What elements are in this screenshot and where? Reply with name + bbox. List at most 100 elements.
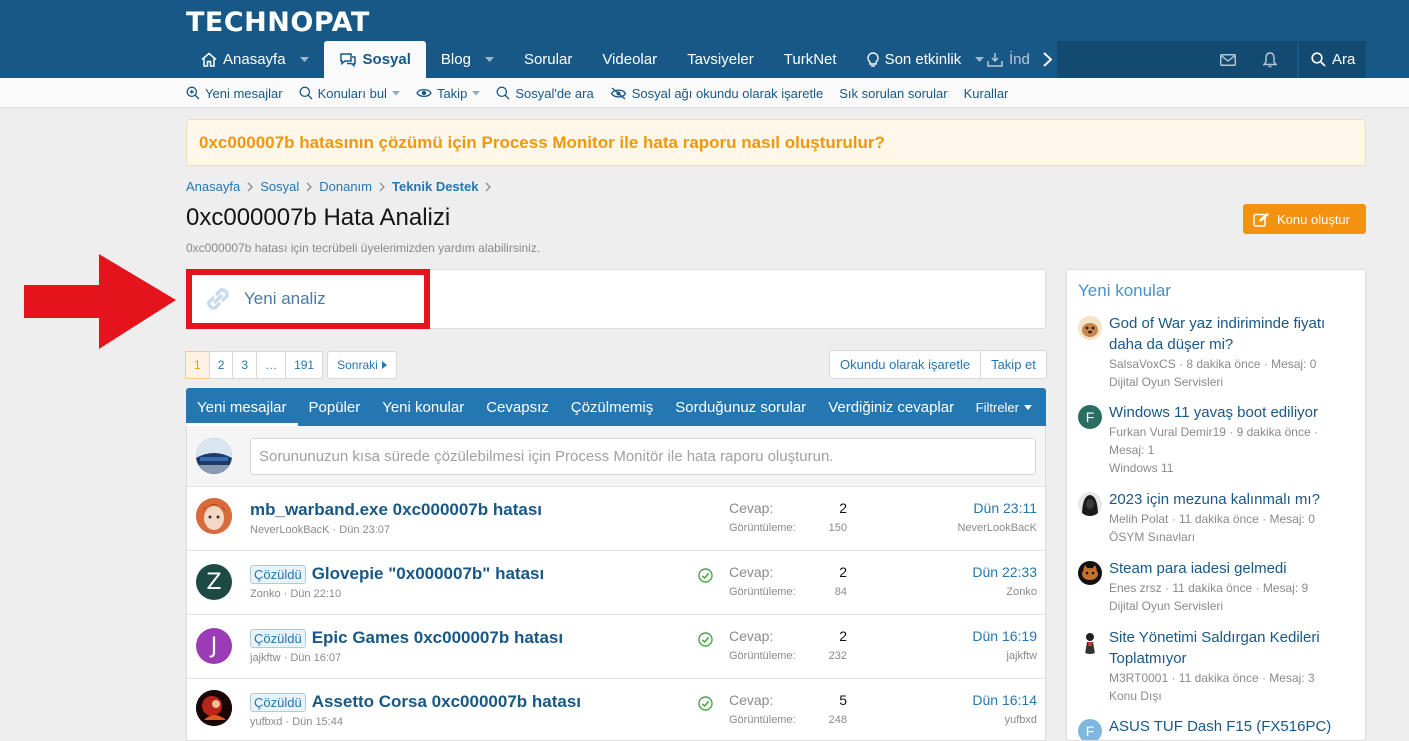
sidebar-item-meta: Melih Polat · 11 dakika önce · Mesaj: 0 Ö… [1109,510,1359,546]
site-logo[interactable]: TECHNOPAT [186,8,370,38]
subnav-konulari-bul[interactable]: Konuları bul [299,86,400,101]
page-link[interactable]: 191 [285,351,324,379]
title-line: daha da düşer mi? [1109,336,1234,353]
nav-item-videolar[interactable]: Videolar [587,41,672,78]
last-post-user[interactable]: yufbxd [1005,714,1037,726]
create-thread-button[interactable]: Konu oluştur [1243,204,1366,234]
last-post-date[interactable]: Dün 16:14 [972,692,1037,708]
subnav-label: Kurallar [963,85,1009,101]
avatar[interactable]: F [1078,719,1102,740]
last-post-date[interactable]: Dün 16:19 [972,628,1037,644]
sidebar-item-title[interactable]: 2023 için mezuna kalınmalı mı? [1109,489,1349,510]
avatar[interactable] [196,690,232,726]
view-count: 84 [834,586,847,598]
last-post-date[interactable]: Dün 23:11 [973,500,1037,516]
page-description: 0xc000007b hatası için tecrübeli üyeleri… [186,241,541,255]
mark-read-button[interactable]: Okundu olarak işaretle [829,350,982,379]
chevron-down-icon[interactable] [391,90,400,96]
chevron-down-icon[interactable] [472,90,481,96]
subnav-sosyalde-ara[interactable]: Sosyal'de ara [496,86,594,101]
next-page-button[interactable]: Sonraki [327,351,397,379]
title-line: ASUS TUF Dash F15 (FX516PC) [1109,718,1332,735]
nav-item-anasayfa[interactable]: Anasayfa [186,41,324,78]
tab-yeni-mesajlar[interactable]: Yeni mesajlar [186,388,298,426]
sidebar-item-title[interactable]: Site Yönetimi Saldırgan Kedileri Toplatmı… [1109,627,1349,669]
breadcrumb-item-current[interactable]: Teknik Destek [392,179,478,194]
last-post-date[interactable]: Dün 22:33 [972,564,1037,580]
page-link[interactable]: 2 [208,351,234,379]
thread-title[interactable]: mb_warband.exe 0xc000007b hatası [250,500,542,520]
search-icon [1311,52,1326,67]
nav-label: İnd [1009,51,1030,68]
table-row[interactable]: Z Çözüldü Glovepie "0x000007b" hatası Zo… [187,551,1045,615]
page-link[interactable]: 3 [232,351,258,379]
avatar[interactable] [1078,630,1102,654]
last-post-user[interactable]: jajkftw [1006,650,1037,662]
thread-date[interactable]: Dün 23:07 [339,524,390,536]
nav-item-sorular[interactable]: Sorular [509,41,587,78]
nav-item-sosyal[interactable]: Sosyal [323,41,426,78]
quick-search-field[interactable] [1057,41,1205,78]
thread-date[interactable]: Dün 22:10 [290,588,341,600]
follow-button[interactable]: Takip et [980,350,1048,379]
avatar[interactable]: Z [196,564,232,600]
page-link[interactable]: 1 [185,351,210,379]
tab-yeni-konular[interactable]: Yeni konular [371,388,475,426]
table-row[interactable]: mb_warband.exe 0xc000007b hatası NeverLo… [187,487,1045,551]
tab-sordugunuz-sorular[interactable]: Sorduğunuz sorular [664,388,817,426]
thread-title[interactable]: Assetto Corsa 0xc000007b hatası [312,692,581,712]
last-post-user[interactable]: NeverLookBacK [958,522,1038,534]
tab-cevapsiz[interactable]: Cevapsız [475,388,560,426]
avatar[interactable] [196,498,232,534]
thread-author[interactable]: jajkftw [250,652,281,664]
avatar[interactable]: F [1078,405,1102,429]
tab-verdiginiz-cevaplar[interactable]: Verdiğiniz cevaplar [817,388,965,426]
subnav-sss[interactable]: Sık sorulan sorular [839,86,947,101]
thread-title[interactable]: Epic Games 0xc000007b hatası [312,628,563,648]
thread-date[interactable]: Dün 16:07 [290,652,341,664]
alerts-button[interactable] [1249,41,1291,78]
notice-link[interactable]: 0xc000007b hatasının çözümü için Process… [199,133,885,153]
breadcrumb-item[interactable]: Donanım [319,179,372,194]
avatar[interactable] [1078,492,1102,516]
subnav-takip[interactable]: Takip [416,86,481,101]
table-row[interactable]: Çözüldü Assetto Corsa 0xc000007b hatası … [187,679,1045,741]
subnav-mark-read[interactable]: Sosyal ağı okundu olarak işaretle [610,86,823,101]
chevron-down-icon[interactable] [299,56,309,63]
chevron-down-icon[interactable] [484,56,494,63]
thread-author[interactable]: yufbxd [250,716,282,728]
table-row[interactable]: J Çözüldü Epic Games 0xc000007b hatası j… [187,615,1045,679]
thread-title[interactable]: Glovepie "0x000007b" hatası [312,564,545,584]
filters-button[interactable]: Filtreler [976,388,1032,426]
nav-scroll-right-button[interactable] [1037,41,1057,78]
sidebar-item-title[interactable]: ASUS TUF Dash F15 (FX516PC) [1109,716,1349,737]
nav-item-blog[interactable]: Blog [426,41,509,78]
thread-author[interactable]: NeverLookBacK [250,524,330,536]
search-button[interactable]: Ara [1299,41,1366,78]
avatar[interactable] [1078,561,1102,585]
thread-meta: jajkftw · Dün 16:07 [250,652,342,664]
sidebar-title[interactable]: Yeni konular [1078,281,1171,301]
page-jump[interactable]: … [256,351,287,379]
nav-item-tavsiyeler[interactable]: Tavsiyeler [672,41,769,78]
tab-populer[interactable]: Popüler [298,388,372,426]
home-icon [201,52,217,67]
breadcrumb-item[interactable]: Anasayfa [186,179,240,194]
sidebar-item-title[interactable]: Windows 11 yavaş boot ediliyor [1109,402,1349,423]
thread-author[interactable]: Zonko [250,588,281,600]
sidebar-item-title[interactable]: God of War yaz indiriminde fiyatı daha da… [1109,313,1349,355]
inbox-button[interactable] [1207,41,1249,78]
thread-date[interactable]: Dün 15:44 [292,716,343,728]
chevron-right-icon [379,182,385,192]
quick-thread-input[interactable]: Sorununuzun kısa sürede çözülebilmesi iç… [250,438,1036,475]
nav-item-clipped[interactable]: İnd [977,41,1037,78]
subnav-kurallar[interactable]: Kurallar [964,86,1009,101]
subnav-yeni-mesajlar[interactable]: Yeni mesajlar [186,86,283,101]
avatar[interactable]: J [196,628,232,664]
avatar[interactable] [1078,316,1102,340]
last-post-user[interactable]: Zonko [1006,586,1037,598]
nav-item-turknet[interactable]: TurkNet [769,41,852,78]
breadcrumb-item[interactable]: Sosyal [260,179,299,194]
sidebar-item-title[interactable]: Steam para iadesi gelmedi [1109,558,1349,579]
tab-cozulmemis[interactable]: Çözülmemiş [560,388,665,426]
